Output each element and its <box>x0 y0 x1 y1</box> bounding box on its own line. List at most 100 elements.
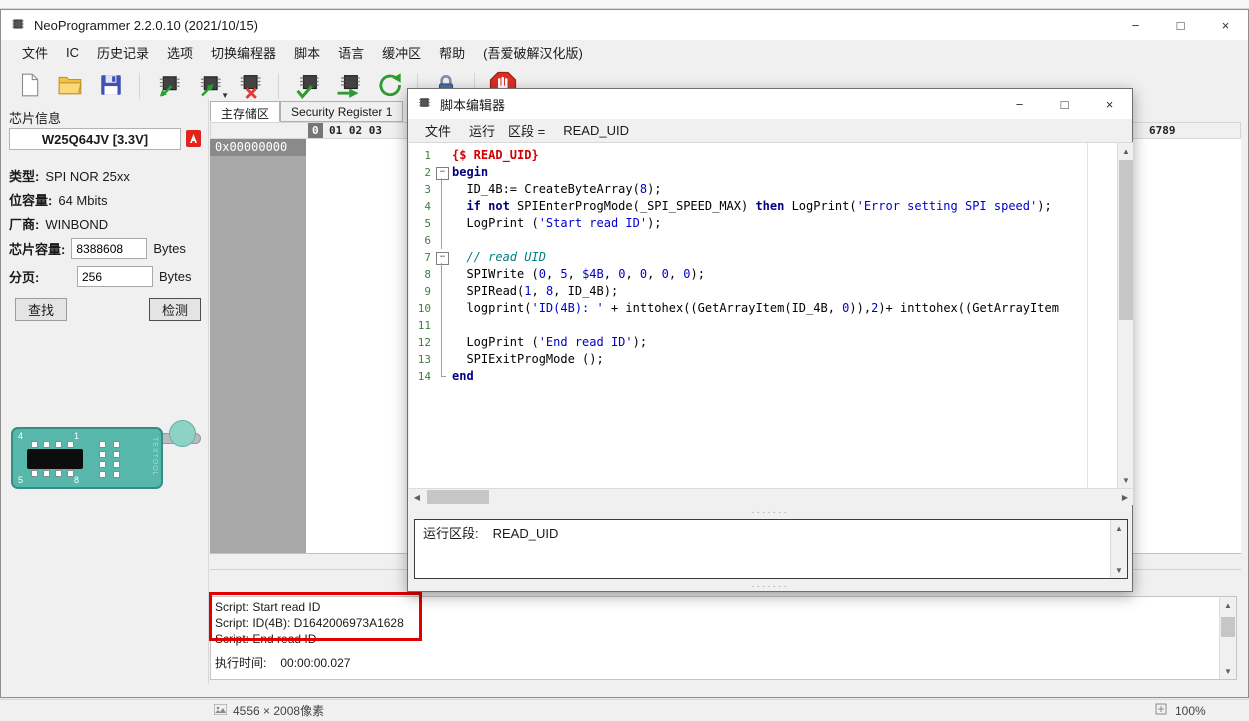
chip-type-label: 类型: <box>9 169 39 184</box>
chip-capacity-unit: Bytes <box>153 241 186 256</box>
bit-capacity-label: 位容量: <box>9 193 52 208</box>
splitter-grip[interactable]: ······· <box>408 508 1132 518</box>
zoom-fit-icon[interactable] <box>1155 703 1167 718</box>
editor-vscroll-thumb[interactable] <box>1119 160 1133 320</box>
erase-chip-button[interactable] <box>232 68 268 104</box>
code-text: logprint('ID(4B): ' + inttohex((GetArray… <box>448 300 1059 317</box>
fold-margin <box>435 147 448 164</box>
dialog-close-button[interactable]: × <box>1087 89 1132 119</box>
code-line-2[interactable]: 2begin <box>409 164 1133 181</box>
log-line-1: Script: Start read ID <box>215 599 1236 615</box>
socket-pin-number: 4 <box>18 432 23 441</box>
code-line-11[interactable]: 11 <box>409 317 1133 334</box>
verify-chip-button[interactable] <box>289 68 325 104</box>
write-chip-icon <box>195 71 223 102</box>
code-text <box>448 232 452 249</box>
dialog-title: 脚本编辑器 <box>440 95 505 114</box>
code-line-4[interactable]: 4 if not SPIEnterProgMode(_SPI_SPEED_MAX… <box>409 198 1133 215</box>
socket-pin-number: 5 <box>18 476 23 485</box>
close-button[interactable]: × <box>1203 10 1248 40</box>
open-folder-icon <box>57 72 83 101</box>
log-scrollbar[interactable]: ▲ ▼ <box>1219 597 1236 679</box>
save-file-button[interactable] <box>93 68 129 104</box>
tab-main-memory[interactable]: 主存储区 <box>210 101 280 122</box>
code-line-8[interactable]: 8 SPIWrite (0, 5, $4B, 0, 0, 0, 0); <box>409 266 1133 283</box>
menu-history[interactable]: 历史记录 <box>88 40 158 65</box>
detect-chip-button[interactable]: 检测 <box>149 298 201 321</box>
page-size-input[interactable] <box>77 266 153 287</box>
menu-ic[interactable]: IC <box>57 42 88 63</box>
editor-hscroll-thumb[interactable] <box>427 490 489 504</box>
scroll-down-arrow-icon[interactable]: ▼ <box>1111 562 1127 578</box>
socket-pin-number: 1 <box>74 432 79 441</box>
code-line-5[interactable]: 5 LogPrint ('Start read ID'); <box>409 215 1133 232</box>
fold-collapse-icon[interactable] <box>435 249 448 266</box>
log-line-3: Script: End read ID <box>215 631 1236 647</box>
dialog-maximize-button[interactable]: □ <box>1042 89 1087 119</box>
code-line-9[interactable]: 9 SPIRead(1, 8, ID_4B); <box>409 283 1133 300</box>
scroll-up-arrow-icon[interactable]: ▲ <box>1111 520 1127 536</box>
scroll-up-arrow-icon[interactable]: ▲ <box>1220 597 1236 613</box>
code-line-14[interactable]: 14end <box>409 368 1133 385</box>
scroll-right-arrow-icon[interactable]: ▶ <box>1117 489 1133 505</box>
hex-address-cell[interactable]: 0x00000000 <box>210 139 306 156</box>
code-line-13[interactable]: 13 SPIExitProgMode (); <box>409 351 1133 368</box>
menu-switch-programmer[interactable]: 切换编程器 <box>202 40 285 65</box>
dialog-resize-grip[interactable]: ······· <box>408 582 1132 592</box>
read-chip-button[interactable] <box>150 68 186 104</box>
code-text: if not SPIEnterProgMode(_SPI_SPEED_MAX) … <box>448 198 1052 215</box>
find-chip-button[interactable]: 查找 <box>15 298 67 321</box>
scroll-down-arrow-icon[interactable]: ▼ <box>1118 472 1133 488</box>
menu-help[interactable]: 帮助 <box>430 40 474 65</box>
tab-security-register[interactable]: Security Register 1 <box>280 101 403 122</box>
refresh-chip-button[interactable] <box>371 68 407 104</box>
scroll-down-arrow-icon[interactable]: ▼ <box>1220 663 1236 679</box>
log-scrollbar-thumb[interactable] <box>1221 617 1235 637</box>
code-line-12[interactable]: 12 LogPrint ('End read ID'); <box>409 334 1133 351</box>
dialog-menu-run[interactable]: 运行 <box>460 118 504 143</box>
new-file-button[interactable] <box>11 68 47 104</box>
line-number: 14 <box>409 368 435 385</box>
code-text: // read UID <box>448 249 546 266</box>
editor-horizontal-scrollbar[interactable]: ◀ ▶ <box>409 488 1133 505</box>
menu-script[interactable]: 脚本 <box>285 40 329 65</box>
code-line-1[interactable]: 1{$ READ_UID} <box>409 147 1133 164</box>
chip-capacity-label: 芯片容量: <box>9 239 65 258</box>
maximize-button[interactable]: □ <box>1158 10 1203 40</box>
code-text: SPIExitProgMode (); <box>448 351 604 368</box>
dialog-menu-file[interactable]: 文件 <box>416 118 460 143</box>
menu-file[interactable]: 文件 <box>13 40 57 65</box>
line-number: 2 <box>409 164 435 181</box>
menu-language[interactable]: 语言 <box>329 40 373 65</box>
line-number: 11 <box>409 317 435 334</box>
script-code-editor[interactable]: 1{$ READ_UID}2begin3 ID_4B:= CreateByteA… <box>409 142 1133 488</box>
write-chip-button[interactable]: ▼ <box>191 68 227 104</box>
bit-capacity-value: 64 Mbits <box>58 193 107 208</box>
log-output-area[interactable]: Script: Start read IDScript: ID(4B): D16… <box>210 596 1237 680</box>
menu-localization[interactable]: (吾爱破解汉化版) <box>474 40 592 65</box>
scroll-up-arrow-icon[interactable]: ▲ <box>1118 143 1133 159</box>
code-line-10[interactable]: 10 logprint('ID(4B): ' + inttohex((GetAr… <box>409 300 1133 317</box>
open-file-button[interactable] <box>52 68 88 104</box>
code-line-7[interactable]: 7 // read UID <box>409 249 1133 266</box>
code-line-6[interactable]: 6 <box>409 232 1133 249</box>
code-line-3[interactable]: 3 ID_4B:= CreateByteArray(8); <box>409 181 1133 198</box>
line-number: 1 <box>409 147 435 164</box>
chip-capacity-input[interactable] <box>71 238 147 259</box>
run-section-value: READ_UID <box>493 526 559 541</box>
menu-options[interactable]: 选项 <box>158 40 202 65</box>
pdf-datasheet-icon[interactable] <box>186 130 201 150</box>
fold-collapse-icon[interactable] <box>435 164 448 181</box>
log-lines: Script: Start read IDScript: ID(4B): D16… <box>211 597 1236 647</box>
program-chip-button[interactable] <box>330 68 366 104</box>
scroll-left-arrow-icon[interactable]: ◀ <box>409 489 425 505</box>
minimize-button[interactable]: − <box>1113 10 1158 40</box>
dialog-minimize-button[interactable]: − <box>997 89 1042 119</box>
bit-capacity-row: 位容量: 64 Mbits <box>9 190 107 209</box>
editor-vertical-scrollbar[interactable]: ▲ ▼ <box>1117 143 1133 488</box>
run-panel-scrollbar[interactable]: ▲ ▼ <box>1110 520 1127 578</box>
zoom-level-button[interactable]: 100% <box>1175 704 1206 718</box>
menu-buffer[interactable]: 缓冲区 <box>373 40 430 65</box>
socket-pin-hole <box>67 470 74 477</box>
fold-margin <box>435 266 448 283</box>
